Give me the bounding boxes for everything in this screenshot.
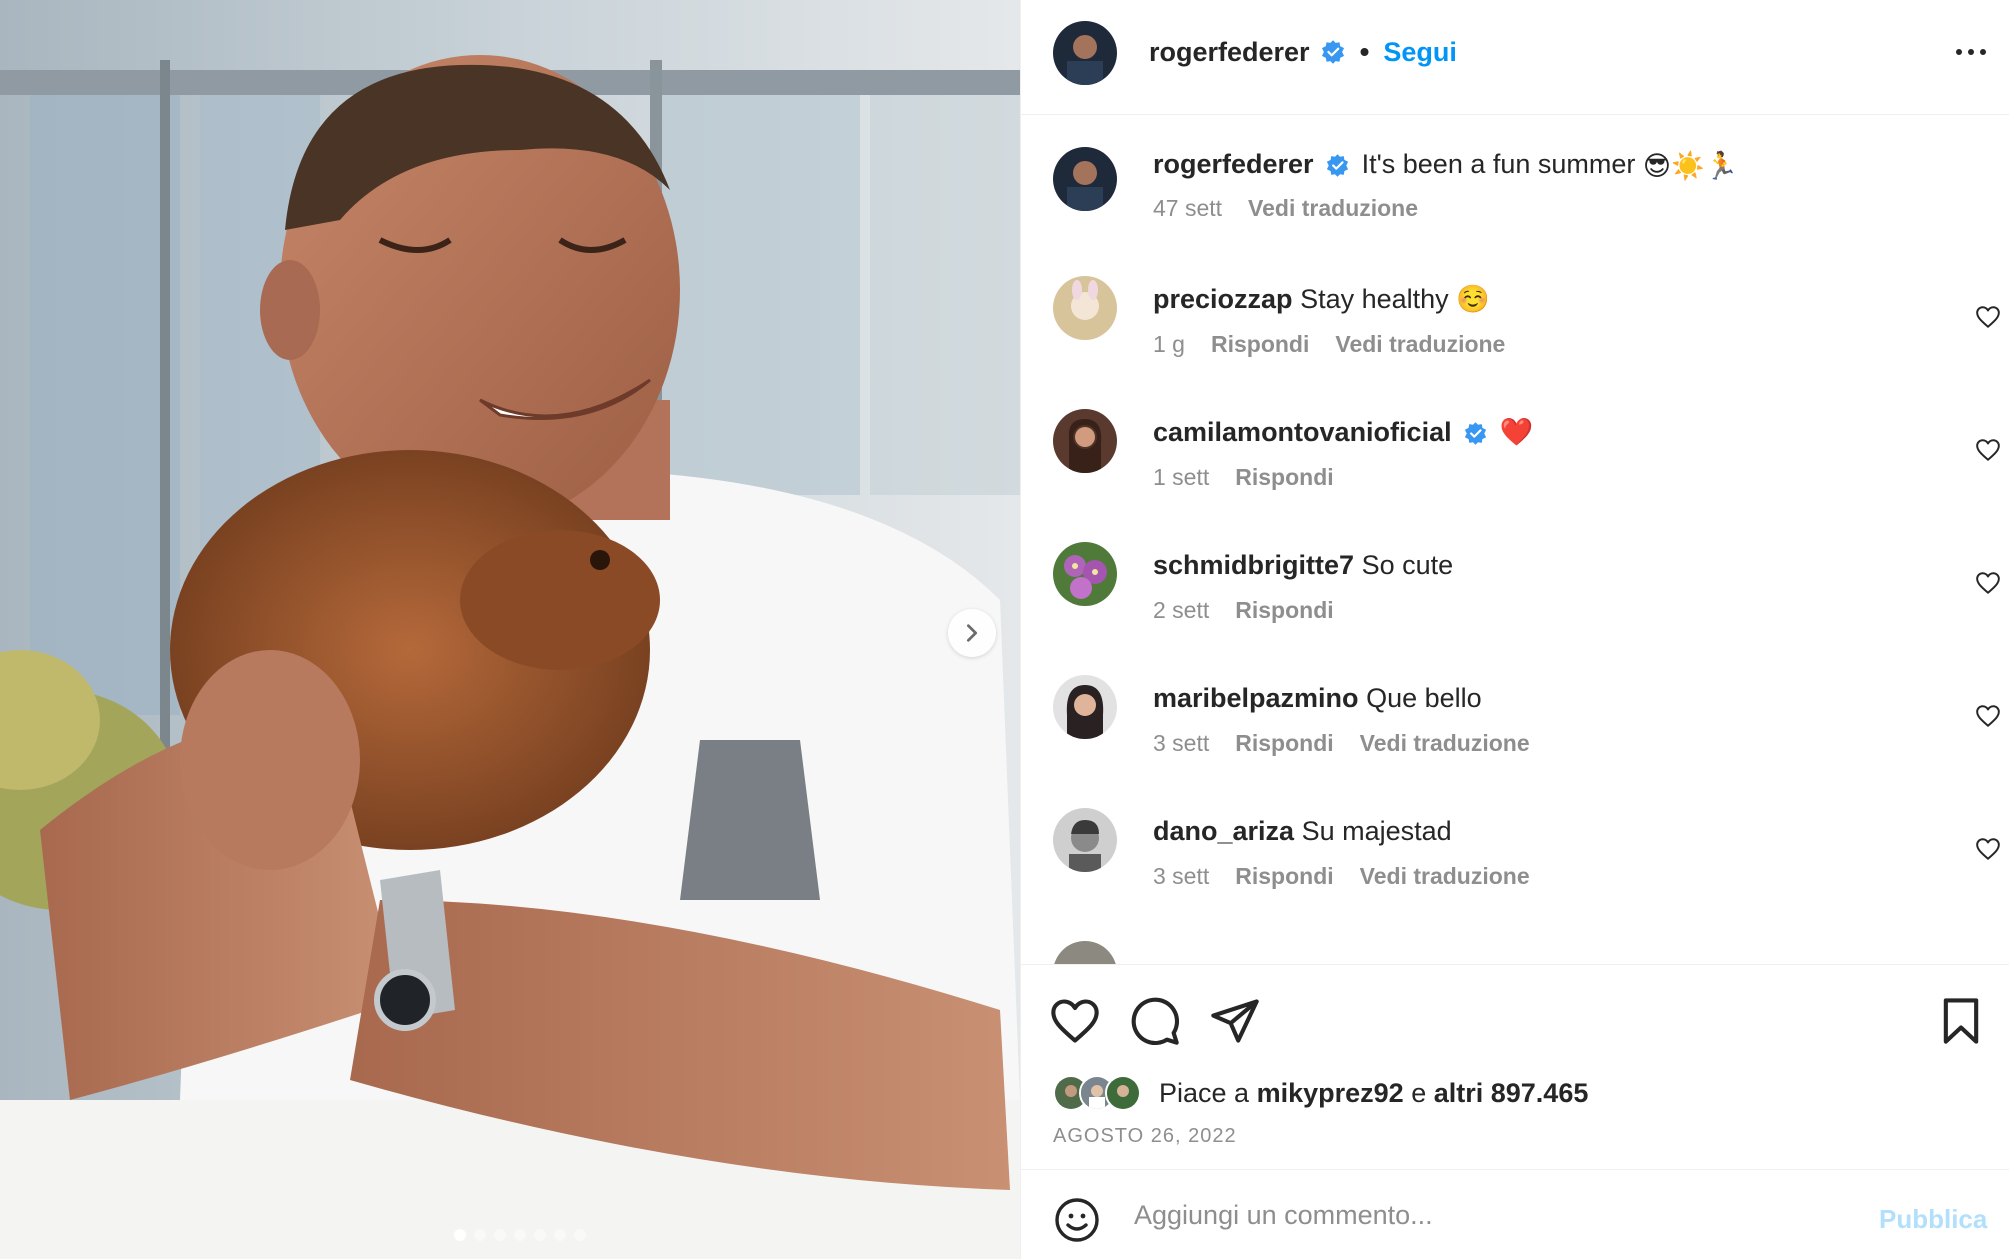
reply-button[interactable]: Rispondi xyxy=(1235,863,1333,890)
comment-input[interactable] xyxy=(1134,1192,1834,1238)
carousel-dot xyxy=(514,1229,526,1241)
commenter-avatar[interactable] xyxy=(1053,409,1117,473)
post-actions: Piace a mikyprez92 e altri 897.465 AGOST… xyxy=(1021,964,2009,1169)
translate-button[interactable]: Vedi traduzione xyxy=(1360,863,1530,890)
commenter-avatar[interactable] xyxy=(1053,675,1117,739)
comment-icon[interactable] xyxy=(1129,995,1181,1047)
comment-username[interactable]: dano_ariza xyxy=(1153,816,1294,846)
comments-list[interactable]: rogerfederer It's been a fun summer 😎☀️🏃… xyxy=(1021,116,2009,964)
chevron-right-icon xyxy=(966,624,978,642)
commenter-avatar[interactable] xyxy=(1053,941,1117,964)
next-photo-button[interactable] xyxy=(948,609,996,657)
more-icon-dot xyxy=(1956,49,1962,55)
caption-age: 47 sett xyxy=(1153,195,1223,221)
comment-age: 3 sett xyxy=(1153,863,1210,889)
carousel-dot xyxy=(574,1229,586,1241)
likes-connector: e xyxy=(1411,1077,1427,1108)
verified-badge-icon xyxy=(1321,40,1344,64)
translate-button[interactable]: Vedi traduzione xyxy=(1248,195,1418,222)
more-options-button[interactable] xyxy=(1956,44,1992,60)
verified-badge-icon xyxy=(1464,422,1487,446)
bookmark-icon[interactable] xyxy=(1935,995,1987,1047)
comment-text: Stay healthy ☺️ xyxy=(1300,284,1490,314)
comment-username[interactable]: schmidbrigitte7 xyxy=(1153,550,1354,580)
post-date: AGOSTO 26, 2022 xyxy=(1053,1125,1237,1147)
author-avatar[interactable] xyxy=(1053,21,1117,85)
more-icon-dot xyxy=(1968,49,1974,55)
likes-first-user[interactable]: mikyprez92 xyxy=(1257,1078,1404,1108)
author-username[interactable]: rogerfederer xyxy=(1149,37,1310,68)
likers-avatars xyxy=(1053,1075,1141,1111)
comment-age: 1 sett xyxy=(1153,464,1210,490)
comment-text: Su majestad xyxy=(1301,816,1452,846)
reply-button[interactable]: Rispondi xyxy=(1211,331,1309,358)
comment-like-icon[interactable] xyxy=(1975,437,2001,463)
reply-button[interactable]: Rispondi xyxy=(1235,597,1333,624)
likes-count[interactable]: altri 897.465 xyxy=(1434,1078,1589,1108)
author-avatar[interactable] xyxy=(1053,147,1117,211)
carousel-dot xyxy=(494,1229,506,1241)
heart-icon[interactable] xyxy=(1049,995,1101,1047)
comment-username[interactable]: preciozzap xyxy=(1153,284,1293,314)
add-comment-bar: Pubblica xyxy=(1021,1169,2009,1259)
reply-button[interactable]: Rispondi xyxy=(1235,464,1333,491)
header-separator: • xyxy=(1359,36,1370,67)
translate-button[interactable]: Vedi traduzione xyxy=(1360,730,1530,757)
publish-button[interactable]: Pubblica xyxy=(1879,1204,1987,1235)
likes-prefix: Piace a xyxy=(1159,1077,1250,1108)
instagram-post-modal: rogerfederer • Segui rogerfederer It's b… xyxy=(0,0,2009,1259)
comment-text: So cute xyxy=(1361,550,1454,580)
carousel-dot xyxy=(474,1229,486,1241)
caption-text: It's been a fun summer xyxy=(1361,149,1636,179)
smile-icon[interactable] xyxy=(1053,1196,1101,1244)
post-photo xyxy=(0,0,1020,1259)
follow-button[interactable]: Segui xyxy=(1383,37,1457,68)
likes-summary: Piace a mikyprez92 e altri 897.465 xyxy=(1053,1075,1588,1111)
liker-avatar xyxy=(1105,1075,1141,1111)
comment-text: ❤️ xyxy=(1499,417,1534,447)
comment-like-icon[interactable] xyxy=(1975,570,2001,596)
commenter-avatar[interactable] xyxy=(1053,808,1117,872)
comment-username[interactable]: maribelpazmino xyxy=(1153,683,1359,713)
photo-image xyxy=(0,0,1020,1259)
carousel-indicator xyxy=(0,1229,1020,1241)
carousel-dot xyxy=(454,1229,466,1241)
comment-text: Que bello xyxy=(1366,683,1482,713)
verified-badge-icon xyxy=(1326,154,1349,178)
caption-username[interactable]: rogerfederer xyxy=(1153,149,1314,179)
post-side-panel: rogerfederer • Segui rogerfederer It's b… xyxy=(1020,0,2009,1259)
reply-button[interactable]: Rispondi xyxy=(1235,730,1333,757)
comment-like-icon[interactable] xyxy=(1975,836,2001,862)
share-icon[interactable] xyxy=(1209,995,1261,1047)
commenter-avatar[interactable] xyxy=(1053,542,1117,606)
caption-emojis: 😎☀️🏃 xyxy=(1642,150,1739,181)
comment-age: 2 sett xyxy=(1153,597,1210,623)
comment-like-icon[interactable] xyxy=(1975,703,2001,729)
comment-like-icon[interactable] xyxy=(1975,304,2001,330)
translate-button[interactable]: Vedi traduzione xyxy=(1335,331,1505,358)
more-icon-dot xyxy=(1980,49,1986,55)
comment-username[interactable]: camilamontovanioficial xyxy=(1153,417,1452,447)
comment-age: 1 g xyxy=(1153,331,1185,357)
carousel-dot xyxy=(534,1229,546,1241)
comment-age: 3 sett xyxy=(1153,730,1210,756)
commenter-avatar[interactable] xyxy=(1053,276,1117,340)
carousel-dot xyxy=(554,1229,566,1241)
post-header: rogerfederer • Segui xyxy=(1021,0,2009,115)
